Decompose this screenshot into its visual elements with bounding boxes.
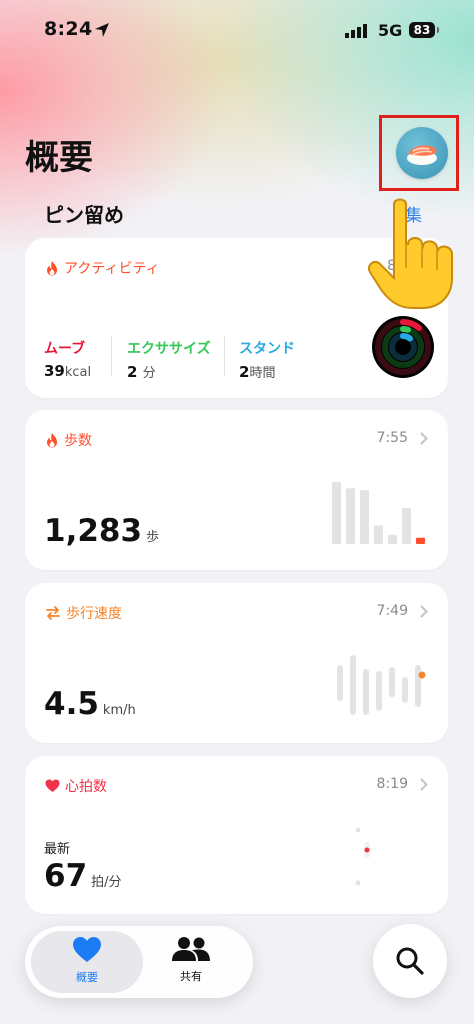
tab-summary[interactable]: 概要 [31, 936, 143, 985]
steps-mini-chart [332, 482, 425, 544]
highlight-annotation [379, 115, 459, 191]
stand-value: 2時間 [239, 363, 276, 381]
flame-icon [47, 433, 57, 448]
heart-rate-latest-label: 最新 [44, 842, 71, 857]
move-label: ムーブ [44, 341, 86, 357]
steps-bar [388, 534, 397, 544]
stand-label: スタンド [239, 341, 295, 357]
walking-speed-card-header: 歩行速度 [45, 603, 122, 623]
search-icon [396, 947, 424, 975]
steps-bar [332, 482, 341, 544]
tab-sharing[interactable]: 共有 [135, 936, 247, 984]
people-icon [172, 937, 210, 961]
speed-range-bar [402, 677, 408, 703]
flame-icon [47, 261, 57, 276]
speed-range-bar [415, 665, 421, 707]
chevron-right-icon [420, 605, 428, 618]
steps-bar-current [416, 537, 425, 544]
heart-rate-point [355, 827, 361, 833]
chevron-right-icon [420, 432, 428, 445]
walking-speed-value: 4.5 km/h [44, 686, 136, 722]
speed-range-bar [337, 665, 343, 701]
tab-summary-label: 概要 [76, 971, 98, 984]
battery-cap [437, 27, 439, 33]
pointing-hand-icon [368, 198, 453, 309]
steps-bar [402, 507, 411, 544]
steps-card-header: 歩数 [45, 430, 92, 450]
steps-bar [346, 488, 355, 544]
metric-divider [111, 336, 112, 376]
walking-speed-card-time: 7:49 [376, 603, 408, 619]
activity-card-title: アクティビティ [64, 261, 160, 277]
cellular-signal-icon [345, 24, 367, 38]
pinned-section-title: ピン留め [44, 203, 124, 227]
speed-range-bar [389, 667, 395, 697]
heart-rate-point [355, 880, 361, 886]
heart-rate-card-time: 8:19 [376, 776, 408, 792]
heart-rate-card[interactable]: 心拍数 8:19 最新 67 拍/分 [25, 756, 448, 914]
heart-rate-unit: 拍/分 [91, 875, 122, 890]
move-value: 39kcal [44, 362, 92, 380]
speed-latest-point [418, 671, 426, 679]
heart-rate-mini-chart [355, 827, 370, 886]
exercise-label: エクササイズ [127, 341, 211, 357]
heart-rate-card-header: 心拍数 [45, 776, 107, 796]
heart-rate-value: 67 拍/分 [44, 858, 122, 894]
speed-range-bar [376, 671, 382, 711]
walking-speed-card[interactable]: 歩行速度 7:49 4.5 km/h [25, 583, 448, 743]
activity-card-header: アクティビティ [45, 258, 160, 278]
battery-icon: 83 [409, 22, 435, 38]
metric-divider [224, 336, 225, 376]
steps-value: 1,283 歩 [44, 513, 160, 549]
exercise-metric: エクササイズ 2 分 [127, 338, 211, 381]
exercise-unit: 分 [142, 366, 156, 381]
heart-tab-icon [73, 937, 101, 962]
stand-unit: 時間 [249, 366, 276, 381]
heart-rate-card-title: 心拍数 [65, 779, 107, 795]
search-button[interactable] [373, 924, 447, 998]
stand-metric: スタンド 2時間 [239, 338, 295, 381]
tab-sharing-label: 共有 [180, 970, 202, 983]
speed-range-bar [350, 655, 356, 715]
heart-icon [45, 779, 60, 792]
page-title: 概要 [25, 138, 93, 178]
steps-bar [374, 525, 383, 544]
location-arrow-icon [95, 23, 109, 37]
network-type: 5G [378, 21, 403, 40]
steps-bar [360, 490, 369, 544]
walking-speed-mini-chart [337, 655, 426, 715]
walking-speed-arrows-icon [46, 606, 60, 620]
speed-range-bar [363, 669, 369, 715]
move-metric: ムーブ 39kcal [44, 338, 91, 380]
steps-card-time: 7:55 [376, 430, 408, 446]
heart-rate-latest-point [364, 847, 370, 853]
chevron-right-icon [420, 778, 428, 791]
tab-bar: 概要 共有 [25, 926, 253, 998]
activity-rings-icon [372, 316, 434, 378]
status-bar: 8:24 5G 83 [0, 0, 474, 64]
status-time: 8:24 [44, 18, 93, 40]
exercise-value: 2 分 [127, 363, 156, 381]
walking-speed-unit: km/h [102, 703, 136, 718]
steps-unit: 歩 [146, 530, 160, 545]
move-unit: kcal [64, 365, 92, 380]
steps-card[interactable]: 歩数 7:55 1,283 歩 [25, 410, 448, 570]
steps-card-title: 歩数 [64, 433, 92, 449]
walking-speed-card-title: 歩行速度 [66, 606, 122, 622]
